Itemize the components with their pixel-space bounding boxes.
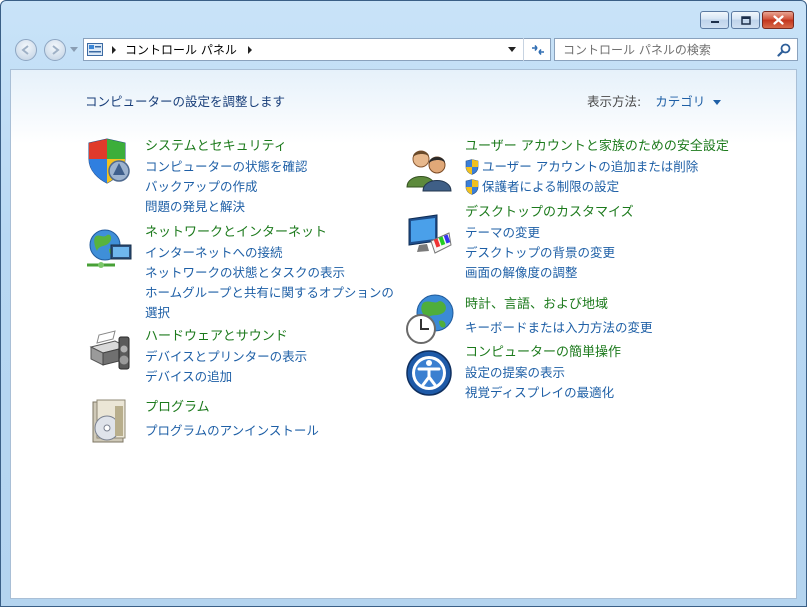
back-arrow-icon bbox=[21, 45, 29, 55]
link-homegroup-sharing-options-cont[interactable]: 選択 bbox=[145, 303, 394, 323]
link-network-status-tasks[interactable]: ネットワークの状態とタスクの表示 bbox=[145, 263, 394, 283]
refresh-button[interactable] bbox=[523, 38, 552, 61]
control-panel-window: コントロール パネル コンピューターの設定を調整します 表示方法: カテゴリ bbox=[0, 0, 807, 607]
view-by-label: 表示方法: bbox=[587, 94, 642, 109]
caption-buttons bbox=[700, 11, 794, 29]
navigation-bar: コントロール パネル bbox=[11, 37, 798, 63]
minimize-button[interactable] bbox=[700, 11, 729, 29]
link-adjust-screen-resolution[interactable]: 画面の解像度の調整 bbox=[465, 263, 634, 283]
link-let-windows-suggest-settings[interactable]: 設定の提案の表示 bbox=[465, 363, 621, 383]
category-title-clock-language-region[interactable]: 時計、言語、および地域 bbox=[465, 295, 653, 315]
link-check-computer-status[interactable]: コンピューターの状態を確認 bbox=[145, 157, 308, 177]
link-add-remove-user-accounts[interactable]: ユーザー アカウントの追加または削除 bbox=[465, 157, 729, 177]
users-icon[interactable] bbox=[405, 145, 453, 193]
link-add-remove-user-accounts-label[interactable]: ユーザー アカウントの追加または削除 bbox=[482, 157, 698, 177]
search-icon[interactable] bbox=[777, 43, 791, 57]
address-bar[interactable]: コントロール パネル bbox=[83, 38, 551, 61]
address-dropdown-icon[interactable] bbox=[508, 47, 516, 53]
uac-shield-icon bbox=[465, 179, 479, 195]
content-pane: コンピューターの設定を調整します 表示方法: カテゴリ システムとセキュリティ … bbox=[10, 69, 797, 599]
close-button[interactable] bbox=[762, 11, 794, 29]
category-title-appearance[interactable]: デスクトップのカスタマイズ bbox=[465, 203, 634, 223]
search-input[interactable] bbox=[561, 41, 775, 58]
breadcrumb-arrow-icon[interactable] bbox=[111, 45, 117, 54]
link-change-keyboard-input[interactable]: キーボードまたは入力方法の変更 bbox=[465, 318, 653, 338]
view-by-dropdown[interactable]: カテゴリ bbox=[655, 94, 722, 109]
link-create-backup[interactable]: バックアップの作成 bbox=[145, 177, 308, 197]
link-change-theme[interactable]: テーマの変更 bbox=[465, 223, 634, 243]
link-find-fix-problems[interactable]: 問題の発見と解決 bbox=[145, 197, 308, 217]
link-connect-internet[interactable]: インターネットへの接続 bbox=[145, 243, 394, 263]
uac-shield-icon bbox=[465, 159, 479, 175]
link-optimize-visual-display[interactable]: 視覚ディスプレイの最適化 bbox=[465, 383, 621, 403]
close-icon bbox=[772, 15, 784, 25]
link-homegroup-sharing-options[interactable]: ホームグループと共有に関するオプションの bbox=[145, 283, 394, 303]
network-icon[interactable] bbox=[85, 223, 133, 271]
recent-pages-dropdown-icon[interactable] bbox=[70, 47, 78, 53]
back-button[interactable] bbox=[15, 39, 37, 61]
view-by: 表示方法: カテゴリ bbox=[587, 91, 722, 110]
link-add-device[interactable]: デバイスの追加 bbox=[145, 367, 307, 387]
link-parental-controls-label[interactable]: 保護者による制限の設定 bbox=[482, 177, 619, 197]
page-heading: コンピューターの設定を調整します bbox=[85, 94, 286, 109]
link-parental-controls[interactable]: 保護者による制限の設定 bbox=[465, 177, 729, 197]
category-title-ease-of-access[interactable]: コンピューターの簡単操作 bbox=[465, 343, 621, 363]
shield-icon[interactable] bbox=[85, 137, 133, 185]
chevron-down-icon bbox=[713, 100, 722, 105]
link-uninstall-program[interactable]: プログラムのアンインストール bbox=[145, 421, 319, 441]
desktop-icon[interactable] bbox=[405, 211, 453, 259]
programs-icon[interactable] bbox=[85, 398, 133, 446]
category-title-network-internet[interactable]: ネットワークとインターネット bbox=[145, 223, 394, 243]
breadcrumb-control-panel[interactable]: コントロール パネル bbox=[125, 41, 237, 58]
category-title-hardware-sound[interactable]: ハードウェアとサウンド bbox=[145, 327, 307, 347]
forward-button[interactable] bbox=[44, 39, 66, 61]
control-panel-icon bbox=[87, 42, 103, 56]
view-by-value[interactable]: カテゴリ bbox=[655, 94, 705, 109]
link-change-desktop-background[interactable]: デスクトップの背景の変更 bbox=[465, 243, 634, 263]
maximize-icon bbox=[740, 15, 751, 25]
forward-arrow-icon bbox=[52, 45, 60, 55]
category-title-programs[interactable]: プログラム bbox=[145, 398, 319, 418]
maximize-button[interactable] bbox=[731, 11, 760, 29]
breadcrumb-arrow-icon[interactable] bbox=[247, 45, 253, 54]
search-box[interactable] bbox=[554, 38, 798, 61]
clock-globe-icon[interactable] bbox=[405, 293, 457, 345]
ease-of-access-icon[interactable] bbox=[405, 349, 453, 397]
category-title-user-accounts[interactable]: ユーザー アカウントと家族のための安全設定 bbox=[465, 137, 729, 157]
link-devices-printers[interactable]: デバイスとプリンターの表示 bbox=[145, 347, 307, 367]
printer-icon[interactable] bbox=[85, 327, 133, 375]
category-title-system-security[interactable]: システムとセキュリティ bbox=[145, 137, 308, 157]
minimize-icon bbox=[710, 21, 719, 23]
refresh-icon bbox=[532, 44, 544, 55]
